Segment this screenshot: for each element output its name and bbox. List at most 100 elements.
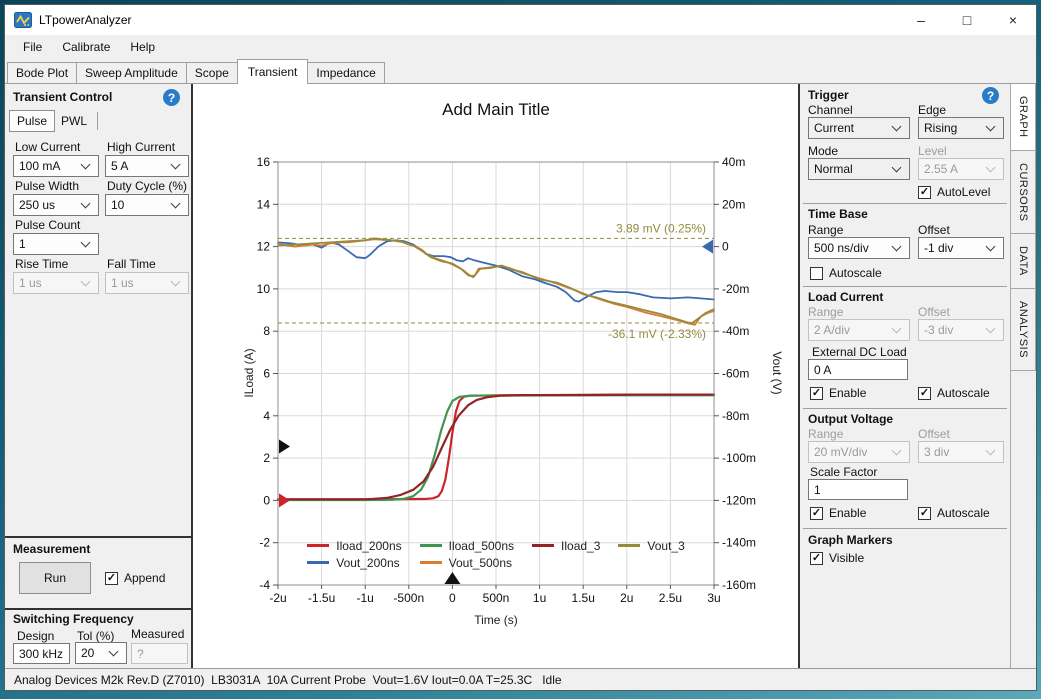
- minimize-button[interactable]: –: [898, 5, 944, 35]
- window-title: LTpowerAnalyzer: [39, 13, 131, 27]
- chevron-down-icon: [892, 242, 902, 252]
- y-right-tick-label: -100m: [722, 451, 756, 465]
- x-tick-label: 1.5u: [572, 591, 595, 605]
- pulse-count-select[interactable]: 1: [13, 233, 99, 255]
- trigger-level-label: Level: [918, 144, 947, 158]
- out-enable-checkbox[interactable]: ✓: [810, 507, 823, 520]
- x-tick-label: -500n: [393, 591, 424, 605]
- fall-time-select: 1 us: [105, 272, 189, 294]
- autolevel-checkbox-row[interactable]: ✓ AutoLevel: [918, 185, 990, 199]
- y-left-tick-label: 0: [263, 493, 270, 507]
- append-checkbox[interactable]: ✓: [105, 572, 118, 585]
- load-enable-checkbox[interactable]: ✓: [810, 387, 823, 400]
- markers-visible-checkbox[interactable]: ✓: [810, 552, 823, 565]
- timebase-range-select[interactable]: 500 ns/div: [808, 237, 910, 259]
- legend-label: Iload_200ns: [336, 539, 401, 553]
- switching-frequency-header: Switching Frequency: [13, 612, 134, 626]
- y-left-tick-label: 14: [257, 197, 271, 211]
- tab-scope[interactable]: Scope: [186, 62, 238, 83]
- low-current-label: Low Current: [15, 140, 80, 154]
- low-current-select[interactable]: 100 mA: [13, 155, 99, 177]
- timebase-autoscale-checkbox-row[interactable]: Autoscale: [810, 266, 882, 280]
- chevron-down-icon: [81, 160, 91, 170]
- load-range-select: 2 A/div: [808, 319, 910, 341]
- legend-item-Iload_200ns: Iload_200ns: [307, 539, 401, 553]
- y-left-tick-label: 2: [263, 451, 270, 465]
- load-autoscale-checkbox-row[interactable]: ✓ Autoscale: [918, 386, 990, 400]
- run-button[interactable]: Run: [19, 562, 91, 594]
- y-left-tick-label: 10: [257, 282, 271, 296]
- load-enable-checkbox-row[interactable]: ✓ Enable: [810, 386, 866, 400]
- transient-help-icon[interactable]: ?: [163, 89, 180, 106]
- side-tab-graph[interactable]: GRAPH: [1011, 83, 1036, 151]
- graph-settings-panel: Trigger ? Channel Edge Current Rising Mo…: [798, 84, 1010, 668]
- chart-title[interactable]: Add Main Title: [278, 100, 714, 120]
- maximize-button[interactable]: □: [944, 5, 990, 35]
- trigger-help-icon[interactable]: ?: [982, 87, 999, 104]
- annotation-text-vout3-max: 3.89 mV (0.25%): [616, 221, 706, 235]
- timebase-autoscale-label: Autoscale: [829, 266, 882, 280]
- timebase-range-label: Range: [808, 223, 843, 237]
- tab-sweep-amplitude[interactable]: Sweep Amplitude: [76, 62, 187, 83]
- transient-plot[interactable]: -2u-1.5u-1u-500n0500n1u1.5u2u2.5u3u16141…: [193, 84, 798, 673]
- menu-file[interactable]: File: [13, 36, 52, 58]
- chevron-down-icon: [892, 446, 902, 456]
- tol-select[interactable]: 20: [75, 642, 127, 664]
- trigger-mode-select[interactable]: Normal: [808, 158, 910, 180]
- separator: [803, 528, 1007, 529]
- load-autoscale-checkbox[interactable]: ✓: [918, 387, 931, 400]
- menu-bar: File Calibrate Help: [5, 35, 1036, 59]
- time-base-header: Time Base: [808, 207, 868, 221]
- x-tick-label: -1u: [357, 591, 374, 605]
- chevron-down-icon: [81, 238, 91, 248]
- title-bar[interactable]: LTpowerAnalyzer – □ ×: [5, 5, 1036, 35]
- high-current-select[interactable]: 5 A: [105, 155, 189, 177]
- subtab-pulse[interactable]: Pulse: [9, 110, 55, 132]
- y-left-tick-label: 6: [263, 367, 270, 381]
- tab-transient[interactable]: Transient: [237, 59, 309, 84]
- chevron-down-icon: [81, 277, 91, 287]
- side-tab-analysis[interactable]: ANALYSIS: [1011, 288, 1036, 371]
- y-right-tick-label: -80m: [722, 409, 749, 423]
- out-range-select: 20 mV/div: [808, 441, 910, 463]
- y-right-tick-label: -60m: [722, 367, 749, 381]
- timebase-offset-select[interactable]: -1 div: [918, 237, 1004, 259]
- out-autoscale-checkbox-row[interactable]: ✓ Autoscale: [918, 506, 990, 520]
- trigger-edge-select[interactable]: Rising: [918, 117, 1004, 139]
- right-axis-label: Vout (V): [770, 351, 784, 394]
- x-tick-label: -2u: [269, 591, 286, 605]
- close-button[interactable]: ×: [990, 5, 1036, 35]
- legend-swatch-Vout_3: [618, 544, 640, 547]
- design-label: Design: [17, 629, 54, 643]
- high-current-label: High Current: [107, 140, 175, 154]
- legend-swatch-Iload_200ns: [307, 544, 329, 547]
- side-tab-data[interactable]: DATA: [1011, 233, 1036, 289]
- duty-cycle-select[interactable]: 10: [105, 194, 189, 216]
- y-left-tick-label: 16: [257, 155, 271, 169]
- legend-swatch-Iload_3: [532, 544, 554, 547]
- tab-impedance[interactable]: Impedance: [307, 62, 384, 83]
- y-right-tick-label: -140m: [722, 536, 756, 550]
- chevron-down-icon: [986, 242, 996, 252]
- pulse-width-select[interactable]: 250 us: [13, 194, 99, 216]
- out-autoscale-checkbox[interactable]: ✓: [918, 507, 931, 520]
- subtab-pwl[interactable]: PWL: [61, 112, 98, 130]
- out-enable-checkbox-row[interactable]: ✓ Enable: [810, 506, 866, 520]
- autolevel-checkbox[interactable]: ✓: [918, 186, 931, 199]
- menu-calibrate[interactable]: Calibrate: [52, 36, 120, 58]
- side-tab-cursors[interactable]: CURSORS: [1011, 150, 1036, 235]
- external-dc-load-input[interactable]: 0 A: [808, 359, 908, 380]
- scale-factor-input[interactable]: 1: [808, 479, 908, 500]
- design-input[interactable]: 300 kHz: [13, 643, 70, 664]
- timebase-autoscale-checkbox[interactable]: [810, 267, 823, 280]
- append-checkbox-row[interactable]: ✓ Append: [105, 571, 165, 585]
- load-offset-select: -3 div: [918, 319, 1004, 341]
- markers-visible-checkbox-row[interactable]: ✓ Visible: [810, 551, 864, 565]
- chevron-down-icon: [109, 647, 119, 657]
- tab-bode-plot[interactable]: Bode Plot: [7, 62, 77, 83]
- menu-help[interactable]: Help: [120, 36, 165, 58]
- separator: [5, 608, 191, 610]
- trigger-channel-select[interactable]: Current: [808, 117, 910, 139]
- annotation-text-vout3-min: -36.1 mV (-2.33%): [608, 327, 706, 341]
- load-enable-label: Enable: [829, 386, 866, 400]
